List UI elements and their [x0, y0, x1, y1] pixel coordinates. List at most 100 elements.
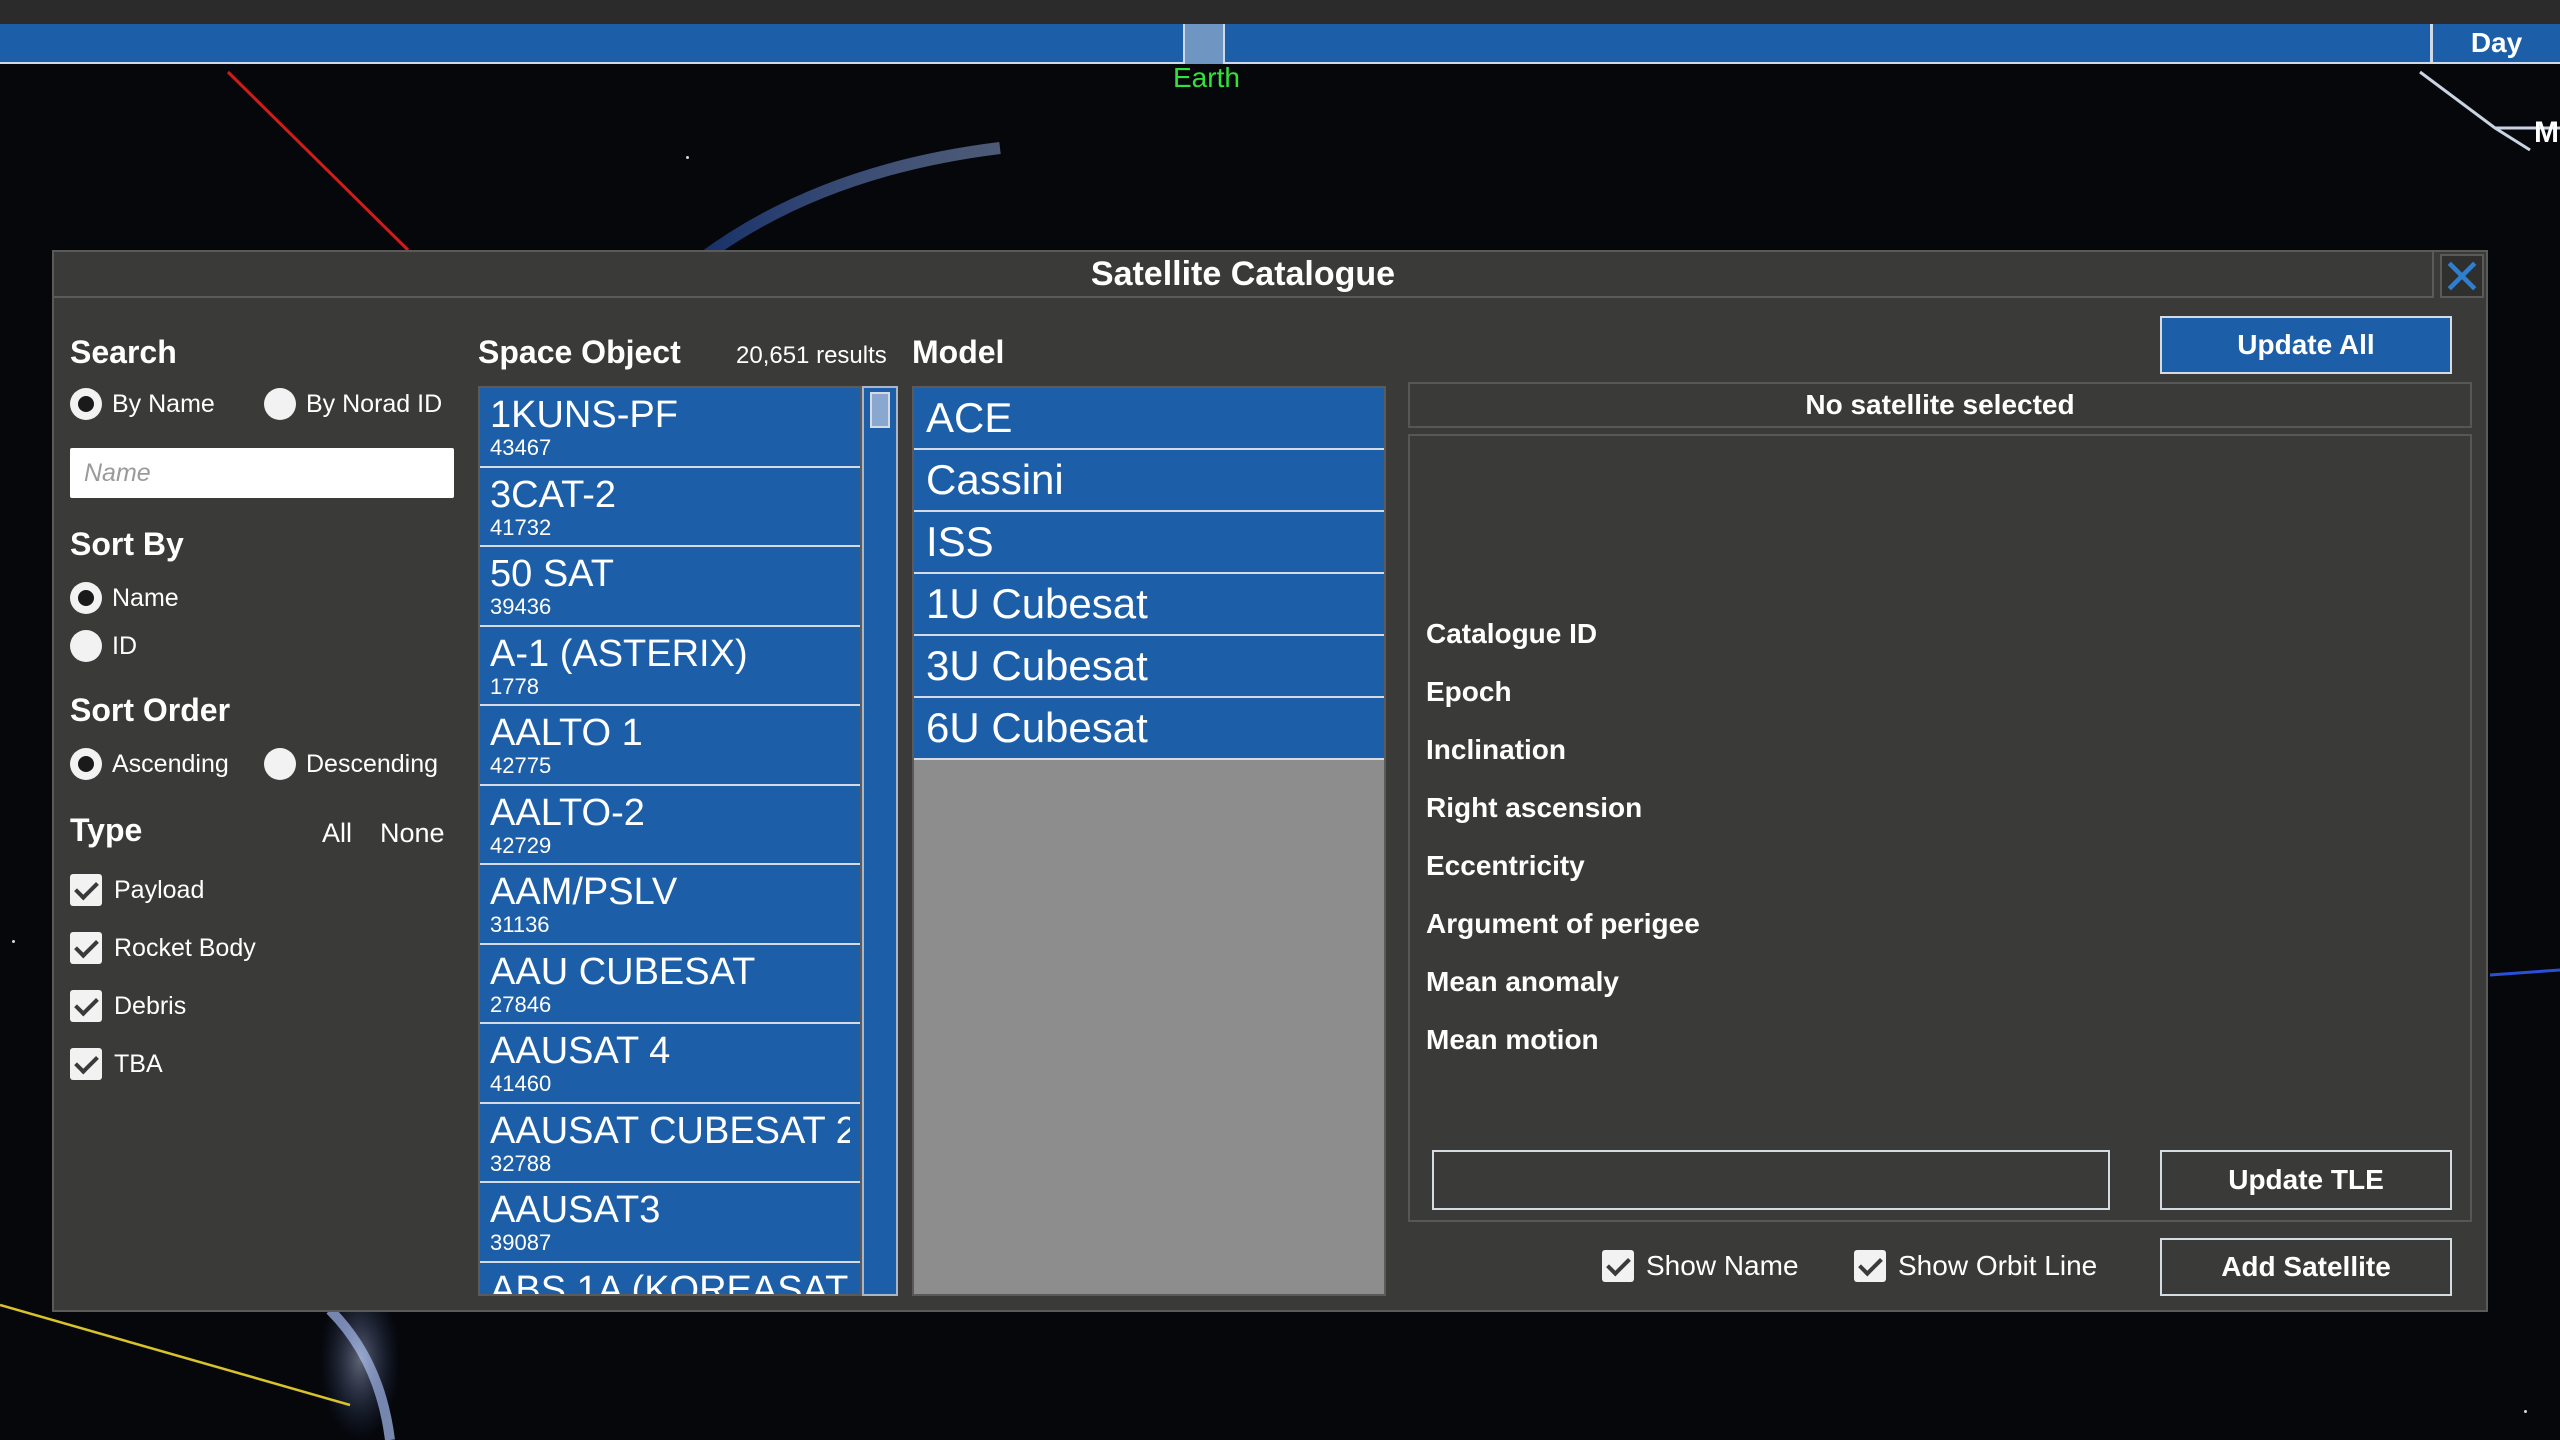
radio-label: Descending	[306, 749, 439, 778]
space-object-id: 41732	[490, 514, 552, 540]
space-object-id: 39087	[490, 1230, 552, 1255]
space-object-id: 41460	[490, 1071, 552, 1096]
type-none-link[interactable]: None	[380, 818, 445, 849]
space-object-item[interactable]: A-1 (ASTERIX) 1778	[480, 626, 860, 706]
type-tba-checkbox[interactable]: TBA	[70, 1048, 163, 1080]
inclination-label: Inclination	[1426, 734, 1566, 765]
type-debris-checkbox[interactable]: Debris	[70, 990, 186, 1022]
radio-unselected-icon	[264, 748, 296, 780]
space-object-id: 43467	[490, 435, 552, 460]
space-object-item[interactable]: AAUSAT 4 41460	[480, 1024, 860, 1104]
checkbox-label: Payload	[114, 875, 205, 904]
scrollbar-thumb[interactable]	[870, 392, 890, 428]
model-item[interactable]: ISS	[914, 512, 1384, 574]
space-object-name: 3CAT-2	[490, 473, 617, 516]
space-object-item[interactable]: 50 SAT 39436	[480, 547, 860, 627]
model-heading: Model	[912, 334, 1005, 370]
space-object-item[interactable]: 3CAT-2 41732	[480, 467, 860, 547]
model-item[interactable]: 3U Cubesat	[914, 636, 1384, 698]
radio-unselected-icon	[264, 388, 296, 420]
space-object-id: 1778	[490, 673, 539, 699]
radio-label: Ascending	[112, 749, 229, 778]
update-all-button[interactable]: Update All	[2160, 316, 2452, 374]
space-object-item[interactable]: AAUSAT CUBESAT 2 32788	[480, 1103, 860, 1183]
add-satellite-button[interactable]: Add Satellite	[2160, 1238, 2452, 1296]
day-button[interactable]: Day	[2430, 24, 2560, 64]
radio-unselected-icon	[70, 630, 102, 662]
space-object-id: 32788	[490, 1150, 552, 1176]
space-object-name: AAM/PSLV	[490, 871, 678, 913]
timeline-handle[interactable]	[1183, 24, 1225, 64]
space-object-item[interactable]: AAM/PSLV 31136	[480, 865, 860, 945]
eccentricity-label: Eccentricity	[1426, 850, 1585, 881]
sort-by-heading: Sort By	[70, 526, 184, 562]
space-object-item[interactable]: AALTO 1 42775	[480, 706, 860, 786]
tle-input[interactable]	[1432, 1150, 2110, 1210]
satellite-details-panel	[1408, 434, 2472, 1222]
space-object-name: AALTO 1	[490, 712, 643, 754]
space-object-id: 39436	[490, 594, 552, 619]
space-object-name: AAUSAT3	[490, 1189, 661, 1231]
search-by-name-radio[interactable]: By Name	[70, 388, 215, 420]
space-object-id: 27846	[490, 991, 552, 1017]
checkbox-checked-icon	[1854, 1250, 1886, 1282]
space-object-list[interactable]: 1KUNS-PF 43467 3CAT-2 41732 50 SAT 39436 A-1 (…	[478, 386, 862, 1296]
checkbox-checked-icon	[1602, 1250, 1634, 1282]
type-all-link[interactable]: All	[322, 818, 352, 849]
model-item[interactable]: ACE	[914, 388, 1384, 450]
model-item[interactable]: 6U Cubesat	[914, 698, 1384, 760]
space-object-name: AAUSAT 4	[490, 1030, 671, 1072]
show-name-checkbox[interactable]: Show Name	[1602, 1250, 1799, 1282]
selection-status: No satellite selected	[1408, 382, 2472, 428]
epoch-label: Epoch	[1426, 676, 1512, 707]
space-object-item[interactable]: AALTO-2 42729	[480, 785, 860, 865]
radio-selected-icon	[70, 582, 102, 614]
sort-ascending-radio[interactable]: Ascending	[70, 748, 229, 780]
star	[12, 940, 15, 943]
radio-label: By Norad ID	[306, 389, 443, 418]
search-by-norad-radio[interactable]: By Norad ID	[264, 388, 442, 420]
show-orbit-line-checkbox[interactable]: Show Orbit Line	[1854, 1250, 2097, 1282]
star	[2524, 1410, 2527, 1413]
space-object-item[interactable]: AAU CUBESAT 27846	[480, 944, 860, 1024]
space-object-name: 50 SAT	[490, 553, 614, 595]
sort-by-name-radio[interactable]: Name	[70, 582, 179, 614]
corner-menu-label[interactable]: M	[2534, 116, 2559, 150]
space-object-item[interactable]: 1KUNS-PF 43467	[480, 388, 860, 468]
checkbox-label: Debris	[114, 991, 187, 1020]
space-object-scrollbar[interactable]	[862, 386, 898, 1296]
sort-descending-radio[interactable]: Descending	[264, 748, 438, 780]
type-rocket-body-checkbox[interactable]: Rocket Body	[70, 932, 256, 964]
radio-label: ID	[112, 631, 137, 660]
radio-label: By Name	[112, 389, 215, 418]
argument-of-perigee-label: Argument of perigee	[1426, 908, 1700, 939]
space-object-id: 42729	[490, 832, 552, 858]
space-object-item[interactable]: AAUSAT3 39087	[480, 1183, 860, 1263]
model-item[interactable]: 1U Cubesat	[914, 574, 1384, 636]
checkbox-checked-icon	[70, 932, 102, 964]
search-heading: Search	[70, 334, 177, 370]
model-list[interactable]: ACE Cassini ISS 1U Cubesat 3U Cubesat 6U Cube…	[912, 386, 1386, 1296]
model-item[interactable]: Cassini	[914, 450, 1384, 512]
results-count: 20,651 results	[736, 342, 887, 369]
sort-order-heading: Sort Order	[70, 692, 231, 728]
earth-label: Earth	[1173, 62, 1240, 93]
space-object-name: ABS 1A (KOREASAT 2)	[490, 1268, 850, 1296]
radio-selected-icon	[70, 388, 102, 420]
close-icon	[2447, 261, 2477, 291]
update-tle-button[interactable]: Update TLE	[2160, 1150, 2452, 1210]
checkbox-label: TBA	[114, 1049, 163, 1078]
type-payload-checkbox[interactable]: Payload	[70, 874, 204, 906]
mean-motion-label: Mean motion	[1426, 1024, 1599, 1055]
sort-by-id-radio[interactable]: ID	[70, 630, 137, 662]
space-object-id: 31136	[490, 912, 550, 937]
checkbox-label: Rocket Body	[114, 933, 256, 962]
satellite-catalogue-dialog: Satellite Catalogue Search By Name By No…	[52, 250, 2488, 1312]
space-object-id: 42775	[490, 753, 552, 778]
space-object-name: AAU CUBESAT	[490, 950, 756, 993]
search-input[interactable]	[70, 448, 454, 498]
mean-anomaly-label: Mean anomaly	[1426, 966, 1619, 997]
close-button[interactable]	[2440, 254, 2484, 298]
star	[686, 156, 689, 159]
space-object-item[interactable]: ABS 1A (KOREASAT 2)	[480, 1262, 860, 1296]
